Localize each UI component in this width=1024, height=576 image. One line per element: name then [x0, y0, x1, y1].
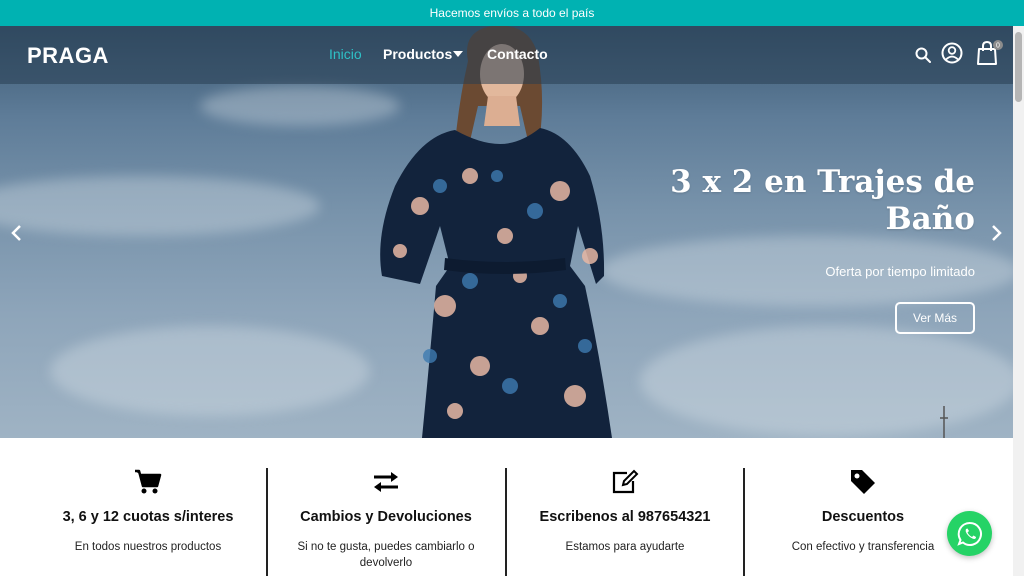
- search-icon[interactable]: [915, 47, 931, 63]
- logo[interactable]: PRAGA: [27, 43, 109, 69]
- feature-desc: En todos nuestros productos: [74, 541, 222, 553]
- tag-icon: [851, 470, 875, 494]
- feature-installments: 3, 6 y 12 cuotas s/interes En todos nues…: [29, 468, 267, 555]
- exchange-icon: [374, 472, 398, 492]
- announcement-bar: Hacemos envíos a todo el país: [0, 0, 1024, 26]
- cart-icon: [135, 469, 162, 494]
- nav-link-contacto[interactable]: Contacto: [487, 46, 548, 62]
- shopping-bag-icon[interactable]: 0: [976, 40, 1004, 66]
- nav-link-inicio[interactable]: Inicio: [329, 46, 362, 62]
- main-navbar: PRAGA Inicio Productos Contacto 0: [0, 26, 1013, 84]
- feature-contact: Escribenos al 987654321 Estamos para ayu…: [506, 468, 744, 555]
- ver-mas-button[interactable]: Ver Más: [895, 302, 975, 334]
- feature-title: Escribenos al 987654321: [539, 509, 711, 525]
- feature-discounts: Descuentos Con efectivo y transferencia: [744, 468, 982, 555]
- next-slide-arrow-icon[interactable]: [989, 224, 1003, 242]
- announcement-text: Hacemos envíos a todo el país: [429, 6, 595, 20]
- feature-title: Descuentos: [821, 509, 905, 525]
- user-account-icon[interactable]: [941, 42, 963, 64]
- hero-slider: PRAGA Inicio Productos Contacto 0 3 x 2 …: [0, 26, 1013, 438]
- scrollbar-thumb[interactable]: [1015, 32, 1022, 102]
- cart-count-badge: 0: [996, 43, 1000, 50]
- whatsapp-chat-button[interactable]: [947, 511, 992, 556]
- edit-icon: [612, 469, 639, 494]
- hero-title: 3 x 2 en Trajes de Baño: [670, 164, 975, 237]
- feature-desc: Con efectivo y transferencia: [791, 541, 935, 553]
- features-section: 3, 6 y 12 cuotas s/interes En todos nues…: [0, 438, 1013, 576]
- nav-link-productos[interactable]: Productos: [383, 46, 452, 62]
- feature-desc: Estamos para ayudarte: [565, 541, 685, 553]
- prev-slide-arrow-icon[interactable]: [10, 224, 24, 242]
- whatsapp-icon: [956, 521, 982, 546]
- page-scrollbar[interactable]: [1013, 26, 1024, 576]
- chevron-down-icon[interactable]: [453, 50, 463, 58]
- feature-title: Cambios y Devoluciones: [300, 509, 472, 525]
- feature-desc: Si no te gusta, puedes cambiarlo o devol…: [297, 541, 475, 569]
- feature-title: 3, 6 y 12 cuotas s/interes: [62, 509, 234, 525]
- feature-returns: Cambios y Devoluciones Si no te gusta, p…: [267, 468, 505, 571]
- hero-subtitle: Oferta por tiempo limitado: [825, 264, 975, 279]
